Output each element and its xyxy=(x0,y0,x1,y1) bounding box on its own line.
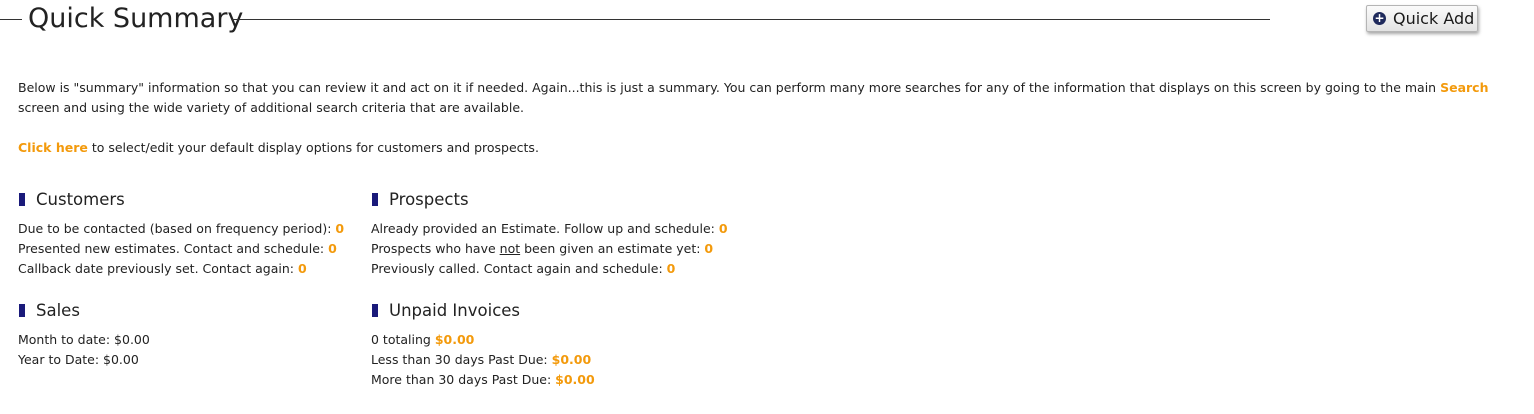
row-label: Callback date previously set. Contact ag… xyxy=(18,261,298,276)
section-marker xyxy=(19,303,25,317)
row-label: More than 30 days Past Due: xyxy=(371,372,556,387)
customers-callback-count[interactable]: 0 xyxy=(298,261,307,276)
prospects-called-count[interactable]: 0 xyxy=(667,261,676,276)
header-rule-left xyxy=(0,19,22,20)
customers-estimates-count[interactable]: 0 xyxy=(328,241,337,256)
row-label: Already provided an Estimate. Follow up … xyxy=(371,221,719,236)
customers-section: Customers Due to be contacted (based on … xyxy=(18,188,344,279)
row-label: Less than 30 days Past Due: xyxy=(371,352,552,367)
unpaid-invoices-title: Unpaid Invoices xyxy=(389,300,521,320)
row-label-underlined: not xyxy=(499,241,521,256)
prospects-title: Prospects xyxy=(389,189,469,209)
click-here-suffix: to select/edit your default display opti… xyxy=(87,140,539,155)
plus-circle-icon: + xyxy=(1373,11,1386,25)
section-marker xyxy=(372,303,378,317)
page-title: Quick Summary xyxy=(28,3,244,34)
unpaid-less-30-amount[interactable]: $0.00 xyxy=(552,352,592,367)
prospects-section: Prospects Already provided an Estimate. … xyxy=(371,188,728,279)
unpaid-more-30-amount[interactable]: $0.00 xyxy=(555,372,595,387)
customers-row-callback: Callback date previously set. Contact ag… xyxy=(18,259,344,279)
prospects-row-estimate: Already provided an Estimate. Follow up … xyxy=(371,219,728,239)
customers-title: Customers xyxy=(36,189,125,209)
unpaid-row-less-30: Less than 30 days Past Due: $0.00 xyxy=(371,350,595,370)
customers-row-due: Due to be contacted (based on frequency … xyxy=(18,219,344,239)
quick-add-button[interactable]: + Quick Add xyxy=(1366,5,1478,32)
row-label: Prospects who have xyxy=(371,241,500,256)
sales-title: Sales xyxy=(36,300,80,320)
customers-row-estimates: Presented new estimates. Contact and sch… xyxy=(18,239,344,259)
search-link[interactable]: Search xyxy=(1440,80,1488,95)
intro-text-before: Below is "summary" information so that y… xyxy=(18,80,1441,95)
row-label: 0 totaling xyxy=(371,332,435,347)
row-label: been given an estimate yet: xyxy=(520,241,705,256)
display-options-line: Click here to select/edit your default d… xyxy=(18,138,539,158)
section-marker xyxy=(19,192,25,206)
customers-heading: Customers xyxy=(18,188,344,210)
prospects-no-estimate-count[interactable]: 0 xyxy=(704,241,713,256)
row-label: Due to be contacted (based on frequency … xyxy=(18,221,336,236)
header-rule-right xyxy=(232,19,1270,20)
prospects-row-called: Previously called. Contact again and sch… xyxy=(371,259,728,279)
sales-row-year: Year to Date: $0.00 xyxy=(18,352,139,367)
page-header: Quick Summary + Quick Add xyxy=(0,0,1534,44)
prospects-estimate-count[interactable]: 0 xyxy=(719,221,728,236)
unpaid-row-more-30: More than 30 days Past Due: $0.00 xyxy=(371,370,595,390)
row-label: Presented new estimates. Contact and sch… xyxy=(18,241,329,256)
sales-heading: Sales xyxy=(18,299,150,321)
row-label: Previously called. Contact again and sch… xyxy=(371,261,667,276)
prospects-row-no-estimate: Prospects who have not been given an est… xyxy=(371,239,728,259)
quick-summary-page: Quick Summary + Quick Add Below is "summ… xyxy=(0,0,1534,414)
intro-text-after: screen and using the wide variety of add… xyxy=(18,100,524,115)
quick-add-label: Quick Add xyxy=(1393,9,1475,28)
section-marker xyxy=(372,192,378,206)
unpaid-invoices-heading: Unpaid Invoices xyxy=(371,299,595,321)
click-here-link[interactable]: Click here xyxy=(18,140,88,155)
sales-row-month: Month to date: $0.00 xyxy=(18,332,150,347)
customers-due-count[interactable]: 0 xyxy=(335,221,344,236)
unpaid-invoices-section: Unpaid Invoices 0 totaling $0.00 Less th… xyxy=(371,299,595,390)
unpaid-total-amount[interactable]: $0.00 xyxy=(435,332,475,347)
prospects-heading: Prospects xyxy=(371,188,728,210)
sales-section: Sales Month to date: $0.00 Year to Date:… xyxy=(18,299,150,370)
unpaid-row-total: 0 totaling $0.00 xyxy=(371,330,595,350)
intro-paragraph: Below is "summary" information so that y… xyxy=(18,78,1518,118)
